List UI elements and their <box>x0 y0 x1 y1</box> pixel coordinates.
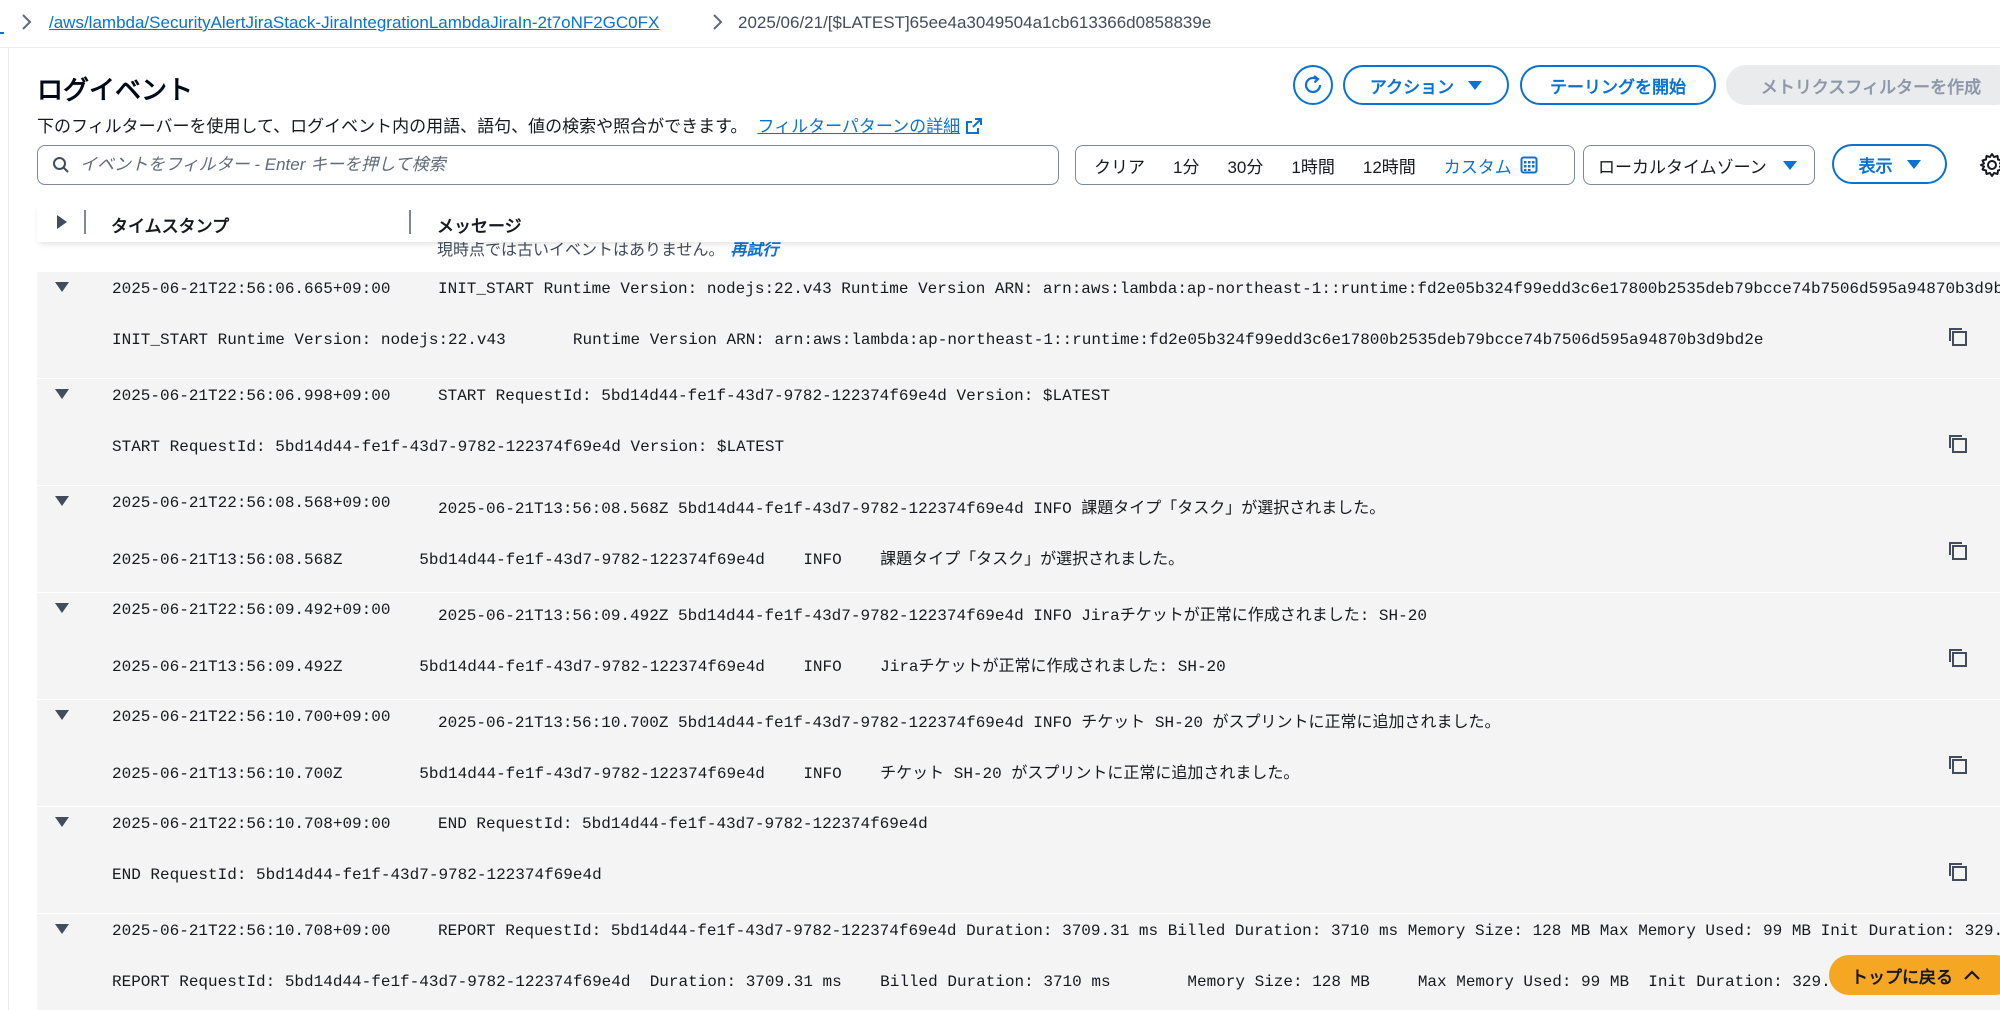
filter-pattern-learn-more-link[interactable]: フィルターパターンの詳細 <box>757 117 983 136</box>
create-metric-filter-button[interactable]: メトリクスフィルターを作成 <box>1726 65 2000 105</box>
divider <box>8 48 9 1010</box>
row-timestamp: 2025-06-21T22:56:06.998+09:00 <box>112 387 391 405</box>
chevron-right-icon <box>711 12 725 37</box>
breadcrumb: /aws/lambda/SecurityAlertJiraStack-JiraI… <box>0 0 2000 48</box>
copy-icon[interactable] <box>1947 433 1969 455</box>
no-older-events-text: 現時点では古いイベントはありません。 <box>437 242 725 259</box>
breadcrumb-truncated-link[interactable] <box>0 12 4 34</box>
gear-icon[interactable] <box>1979 152 2000 178</box>
calendar-icon[interactable] <box>1520 156 1538 174</box>
timezone-select[interactable]: ローカルタイムゾーン <box>1583 145 1815 185</box>
create-metric-filter-label: メトリクスフィルターを作成 <box>1760 77 1982 97</box>
table-row[interactable]: 2025-06-21T22:56:10.708+09:00 END Reques… <box>37 807 2000 913</box>
expand-all-icon[interactable] <box>57 215 67 229</box>
retry-link[interactable]: 再試行 <box>731 242 779 259</box>
column-resize-handle[interactable] <box>409 210 411 234</box>
copy-icon[interactable] <box>1947 647 1969 669</box>
row-detail: INIT_START Runtime Version: nodejs:22.v4… <box>112 331 1764 349</box>
learn-more-label: フィルターパターンの詳細 <box>757 117 961 136</box>
row-timestamp: 2025-06-21T22:56:10.708+09:00 <box>112 815 391 833</box>
collapse-row-icon[interactable] <box>55 924 69 934</box>
range-12h[interactable]: 12時間 <box>1363 153 1416 178</box>
row-detail: 2025-06-21T13:56:08.568Z 5bd14d44-fe1f-4… <box>112 551 1185 569</box>
row-message: END RequestId: 5bd14d44-fe1f-43d7-9782-1… <box>438 815 928 833</box>
table-row[interactable]: 2025-06-21T22:56:10.700+09:00 2025-06-21… <box>37 700 2000 806</box>
page-title: ログイベント <box>37 75 194 105</box>
page-description: 下のフィルターバーを使用して、ログイベント内の用語、語句、値の検索や照合ができま… <box>37 112 983 137</box>
time-range-selector: クリア 1分 30分 1時間 12時間 カスタム <box>1075 145 1575 185</box>
row-detail: START RequestId: 5bd14d44-fe1f-43d7-9782… <box>112 438 785 456</box>
collapse-row-icon[interactable] <box>55 389 69 399</box>
range-1m[interactable]: 1分 <box>1173 153 1199 178</box>
refresh-button[interactable] <box>1293 65 1333 105</box>
search-icon <box>53 157 69 173</box>
collapse-row-icon[interactable] <box>55 710 69 720</box>
start-tailing-button[interactable]: テーリングを開始 <box>1520 65 1716 105</box>
breadcrumb-log-group-link[interactable]: /aws/lambda/SecurityAlertJiraStack-JiraI… <box>49 13 659 33</box>
display-label: 表示 <box>1858 156 1893 176</box>
log-events-table-header: タイムスタンプ メッセージ <box>37 202 2000 242</box>
chevron-right-icon <box>20 12 34 37</box>
start-tailing-label: テーリングを開始 <box>1550 77 1686 97</box>
collapse-row-icon[interactable] <box>55 817 69 827</box>
copy-icon[interactable] <box>1947 326 1969 348</box>
collapse-row-icon[interactable] <box>55 603 69 613</box>
row-message: 2025-06-21T13:56:09.492Z 5bd14d44-fe1f-4… <box>438 607 1427 625</box>
chevron-up-icon <box>1964 970 1980 980</box>
refresh-icon <box>1304 75 1322 94</box>
caret-down-icon <box>1906 159 1921 169</box>
breadcrumb-log-stream: 2025/06/21/[$LATEST]65ee4a3049504a1cb613… <box>738 13 1212 32</box>
collapse-row-icon[interactable] <box>55 282 69 292</box>
row-message: INIT_START Runtime Version: nodejs:22.v4… <box>438 280 2000 298</box>
actions-label: アクション <box>1369 77 1455 97</box>
row-timestamp: 2025-06-21T22:56:10.700+09:00 <box>112 708 391 726</box>
column-header-message[interactable]: メッセージ <box>437 212 522 237</box>
row-message: 2025-06-21T13:56:10.700Z 5bd14d44-fe1f-4… <box>438 714 1501 732</box>
row-timestamp: 2025-06-21T22:56:09.492+09:00 <box>112 601 391 619</box>
scroll-to-top-button[interactable]: トップに戻る <box>1829 955 2000 995</box>
display-dropdown-button[interactable]: 表示 <box>1832 144 1947 184</box>
external-link-icon <box>966 118 983 134</box>
table-row[interactable]: 2025-06-21T22:56:06.998+09:00 START Requ… <box>37 379 2000 485</box>
row-timestamp: 2025-06-21T22:56:06.665+09:00 <box>112 280 391 298</box>
row-detail: 2025-06-21T13:56:10.700Z 5bd14d44-fe1f-4… <box>112 765 1300 783</box>
row-detail: REPORT RequestId: 5bd14d44-fe1f-43d7-978… <box>112 973 1879 991</box>
range-30m[interactable]: 30分 <box>1227 153 1263 178</box>
copy-icon[interactable] <box>1947 540 1969 562</box>
copy-icon[interactable] <box>1947 861 1969 883</box>
row-detail: 2025-06-21T13:56:09.492Z 5bd14d44-fe1f-4… <box>112 658 1226 676</box>
caret-down-icon <box>1782 160 1797 170</box>
row-timestamp: 2025-06-21T22:56:10.708+09:00 <box>112 922 391 940</box>
scroll-to-top-label: トップに戻る <box>1851 967 1953 987</box>
timezone-value: ローカルタイムゾーン <box>1598 157 1767 177</box>
row-message: 2025-06-21T13:56:08.568Z 5bd14d44-fe1f-4… <box>438 500 1386 518</box>
range-1h[interactable]: 1時間 <box>1291 153 1334 178</box>
row-timestamp: 2025-06-21T22:56:08.568+09:00 <box>112 494 391 512</box>
column-divider <box>84 210 86 234</box>
caret-down-icon <box>1468 80 1483 90</box>
description-text: 下のフィルターバーを使用して、ログイベント内の用語、語句、値の検索や照合ができま… <box>37 117 748 136</box>
table-row[interactable]: 2025-06-21T22:56:09.492+09:00 2025-06-21… <box>37 593 2000 699</box>
range-clear[interactable]: クリア <box>1094 153 1145 178</box>
row-message: START RequestId: 5bd14d44-fe1f-43d7-9782… <box>438 387 1111 405</box>
row-detail: END RequestId: 5bd14d44-fe1f-43d7-9782-1… <box>112 866 602 884</box>
table-row[interactable]: 2025-06-21T22:56:08.568+09:00 2025-06-21… <box>37 486 2000 592</box>
table-row[interactable]: 2025-06-21T22:56:06.665+09:00 INIT_START… <box>37 272 2000 378</box>
actions-dropdown-button[interactable]: アクション <box>1343 65 1509 105</box>
table-row[interactable]: 2025-06-21T22:56:10.708+09:00 REPORT Req… <box>37 914 2000 1010</box>
range-custom[interactable]: カスタム <box>1444 153 1512 178</box>
row-message: REPORT RequestId: 5bd14d44-fe1f-43d7-978… <box>438 922 2000 940</box>
column-header-timestamp[interactable]: タイムスタンプ <box>111 212 229 237</box>
collapse-row-icon[interactable] <box>55 496 69 506</box>
event-filter-search <box>37 145 1059 185</box>
event-filter-input[interactable] <box>80 155 980 175</box>
copy-icon[interactable] <box>1947 754 1969 776</box>
